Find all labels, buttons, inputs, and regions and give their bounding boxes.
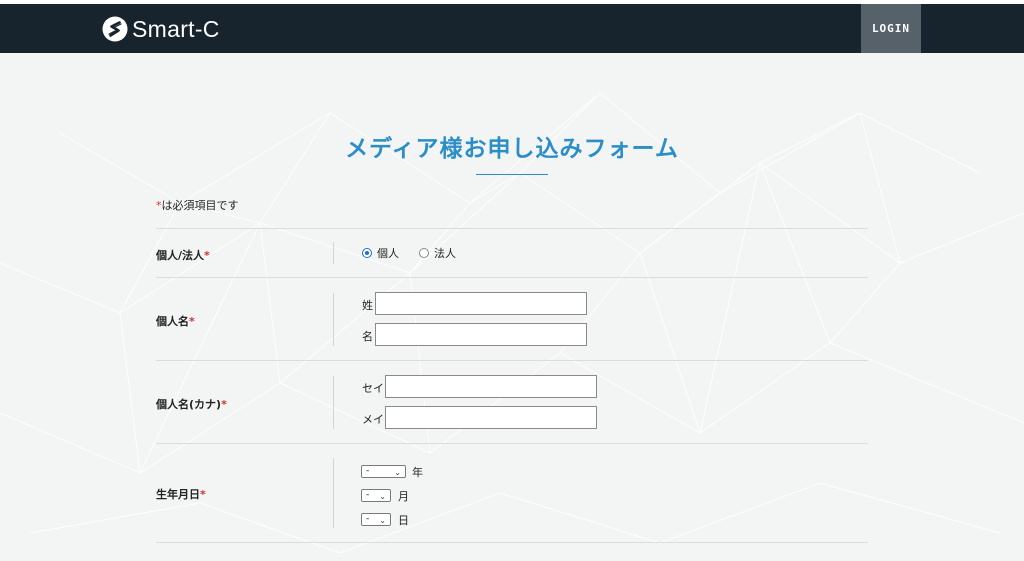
first-name-kana-input[interactable] (385, 406, 597, 429)
required-asterisk: * (221, 398, 227, 411)
required-note: *は必須項目です (156, 197, 239, 213)
last-name-kana-input[interactable] (385, 375, 597, 398)
birth-year-select[interactable]: - ⌄ (361, 465, 406, 478)
last-name-kana-label: セイ (362, 382, 384, 395)
birth-day-value: - (366, 514, 370, 524)
required-asterisk: * (204, 249, 210, 262)
type-label-text: 個人/法人 (156, 249, 205, 262)
birthday-label-text: 生年月日 (156, 488, 200, 501)
row-divider (156, 277, 868, 278)
required-asterisk: * (200, 488, 206, 501)
smart-c-logo-icon (102, 16, 128, 42)
title-underline (476, 174, 548, 175)
last-name-label: 姓 (362, 299, 373, 312)
form-page: メディア様お申し込みフォーム *は必須項目です 個人/法人* 個人 法人 個人名… (0, 53, 1024, 561)
brand-logo[interactable]: Smart-C (102, 14, 220, 44)
first-name-input[interactable] (375, 323, 587, 346)
birth-year-value: - (366, 466, 370, 476)
radio-corporate-label[interactable]: 法人 (434, 245, 456, 261)
row-divider (156, 228, 868, 229)
radio-individual[interactable] (362, 248, 372, 258)
column-divider (333, 376, 334, 429)
kana-label: 個人名(カナ)* (156, 396, 227, 412)
kana-label-text: 個人名(カナ) (156, 398, 222, 411)
column-divider (333, 242, 334, 264)
last-name-input[interactable] (375, 292, 587, 315)
brand-name: Smart-C (132, 15, 220, 42)
required-note-text: は必須項目です (161, 199, 239, 212)
type-radio-group: 個人 法人 (362, 245, 476, 261)
birthday-label: 生年月日* (156, 486, 206, 502)
row-divider (156, 542, 868, 543)
day-unit: 日 (398, 514, 409, 527)
chevron-down-icon: ⌄ (379, 516, 386, 525)
column-divider (333, 458, 334, 528)
chevron-down-icon: ⌄ (379, 492, 386, 501)
chevron-down-icon: ⌄ (394, 468, 401, 477)
first-name-kana-label: メイ (362, 413, 384, 426)
row-divider (156, 443, 868, 444)
name-label: 個人名* (156, 313, 195, 329)
page-title: メディア様お申し込みフォーム (345, 136, 679, 162)
radio-individual-label[interactable]: 個人 (377, 245, 399, 261)
top-navigation-bar: Smart-C LOGIN (0, 4, 1024, 53)
birth-month-value: - (366, 490, 370, 500)
year-unit: 年 (412, 466, 423, 479)
required-asterisk: * (189, 315, 195, 328)
first-name-label: 名 (362, 330, 373, 343)
name-label-text: 個人名 (156, 315, 189, 328)
row-divider (156, 360, 868, 361)
radio-corporate[interactable] (419, 248, 429, 258)
birth-month-select[interactable]: - ⌄ (361, 489, 391, 502)
birth-day-select[interactable]: - ⌄ (361, 513, 391, 526)
column-divider (333, 293, 334, 346)
type-label: 個人/法人* (156, 247, 210, 263)
login-button[interactable]: LOGIN (861, 4, 921, 53)
month-unit: 月 (398, 490, 409, 503)
